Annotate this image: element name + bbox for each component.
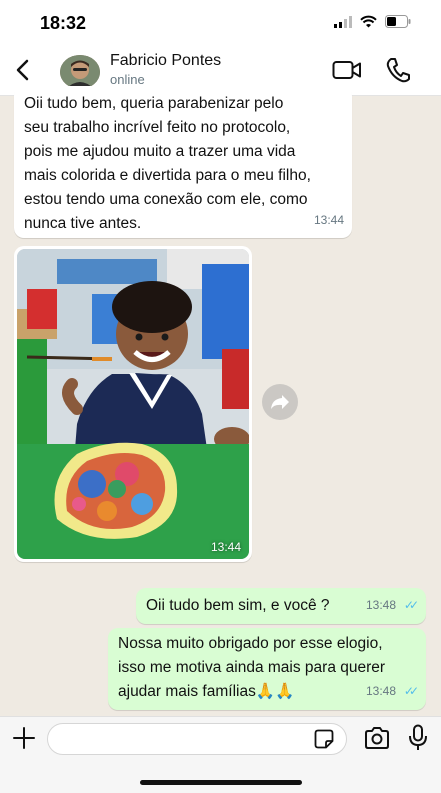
avatar[interactable] bbox=[60, 55, 100, 89]
status-bar: 18:32 bbox=[0, 0, 441, 46]
chat-area[interactable]: Oii tudo bem, queria parabenizar pelo se… bbox=[0, 86, 441, 716]
message-bubble-outgoing[interactable]: Nossa muito obrigado por esse elogio, is… bbox=[108, 628, 426, 710]
read-ticks-icon: ✓✓ bbox=[403, 598, 419, 612]
video-camera-icon[interactable] bbox=[332, 58, 362, 82]
photo-time: 13:44 bbox=[210, 540, 241, 554]
child-painting-photo[interactable]: 13:44 bbox=[17, 249, 249, 559]
message-text: Oii tudo bem sim, e você ? bbox=[146, 597, 330, 614]
message-input[interactable] bbox=[47, 723, 347, 755]
message-bubble-incoming[interactable]: Oii tudo bem, queria parabenizar pelo se… bbox=[14, 86, 352, 238]
contact-name[interactable]: Fabricio Pontes bbox=[110, 52, 221, 70]
contact-status: online bbox=[110, 72, 145, 87]
phone-icon[interactable] bbox=[386, 57, 410, 83]
read-ticks-icon: ✓✓ bbox=[403, 684, 419, 698]
sticker-icon[interactable] bbox=[314, 729, 334, 749]
battery-icon bbox=[385, 15, 411, 28]
camera-icon[interactable] bbox=[364, 726, 390, 750]
microphone-icon[interactable] bbox=[408, 724, 428, 752]
plus-icon[interactable] bbox=[12, 726, 36, 750]
message-bubble-outgoing[interactable]: Oii tudo bem sim, e você ? 13:48 ✓✓ bbox=[136, 588, 426, 624]
photo-message[interactable]: 13:44 bbox=[14, 246, 252, 562]
message-time: 13:48 bbox=[365, 684, 396, 698]
home-indicator[interactable] bbox=[140, 780, 302, 785]
message-time: 13:48 bbox=[365, 598, 396, 612]
message-time: 13:44 bbox=[313, 213, 344, 227]
status-icons bbox=[334, 15, 411, 28]
status-time: 18:32 bbox=[40, 13, 87, 33]
signal-icon bbox=[334, 15, 352, 28]
chevron-left-icon[interactable] bbox=[12, 58, 36, 82]
message-text: Oii tudo bem, queria parabenizar pelo se… bbox=[24, 95, 311, 232]
forward-arrow-icon[interactable] bbox=[262, 384, 298, 420]
wifi-icon bbox=[360, 15, 377, 28]
